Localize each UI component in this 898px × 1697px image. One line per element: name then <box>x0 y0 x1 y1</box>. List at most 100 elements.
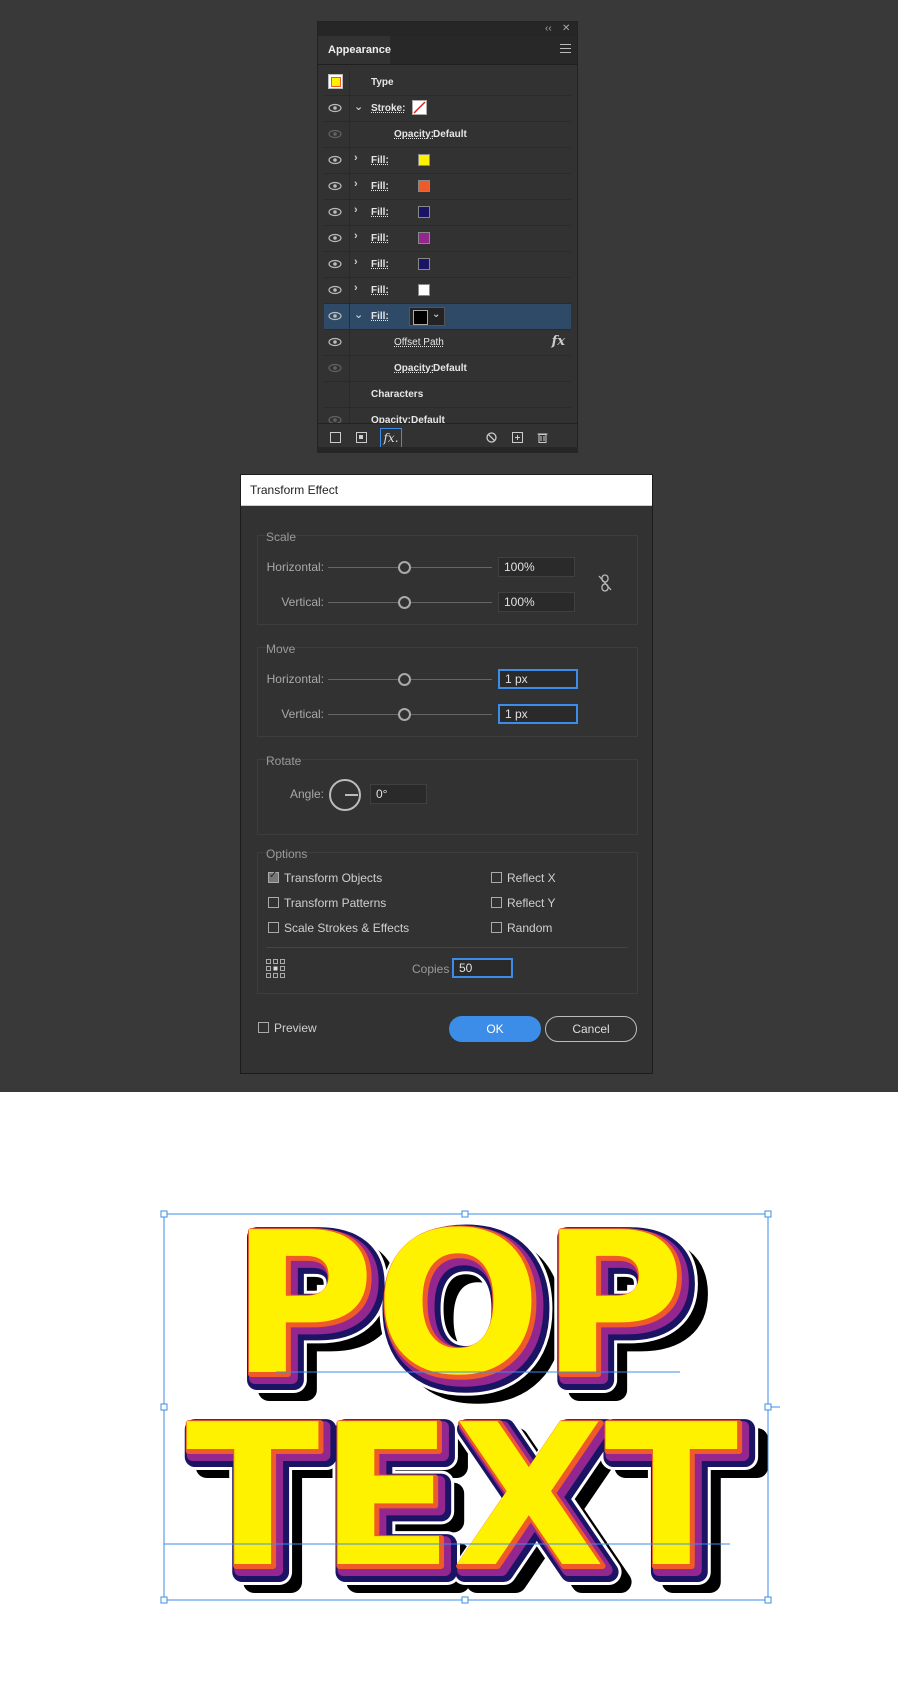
reflect-y-label[interactable]: Reflect Y <box>507 896 555 910</box>
slider-knob[interactable] <box>398 596 411 609</box>
random-label[interactable]: Random <box>507 921 552 935</box>
chevron-right-icon[interactable]: › <box>354 230 358 242</box>
appearance-row-fill[interactable]: › Fill: <box>324 200 571 226</box>
add-stroke-icon[interactable] <box>330 432 341 443</box>
chevron-right-icon[interactable]: › <box>354 282 358 294</box>
row-label[interactable]: Fill: <box>371 207 389 218</box>
appearance-row-type[interactable]: Type <box>324 70 571 96</box>
reference-point-icon[interactable] <box>266 959 286 979</box>
fill-swatch[interactable] <box>418 258 430 270</box>
scale-horizontal-field[interactable]: 100% <box>498 557 575 577</box>
row-label[interactable]: Opacity: <box>394 129 434 140</box>
copies-label: Copies <box>412 962 450 976</box>
scale-group: Scale Horizontal: 100% Vertical: 100% <box>257 530 638 625</box>
eye-icon[interactable] <box>328 102 342 114</box>
transform-patterns-checkbox[interactable] <box>268 897 279 908</box>
eye-icon[interactable] <box>328 310 342 322</box>
add-fill-icon[interactable] <box>356 432 367 443</box>
copies-field[interactable]: 50 <box>452 958 513 978</box>
row-label[interactable]: Fill: <box>371 311 389 322</box>
slider-knob[interactable] <box>398 673 411 686</box>
pop-text-artwork[interactable]: POP POP POP POP POP POP TEXT TEXT TEXT T… <box>160 1210 780 1610</box>
appearance-row-stroke[interactable]: ⌄ Stroke: <box>324 96 571 122</box>
row-label[interactable]: Fill: <box>371 233 389 244</box>
clear-appearance-icon[interactable] <box>486 432 497 443</box>
appearance-row-fill[interactable]: › Fill: <box>324 278 571 304</box>
angle-field[interactable]: 0° <box>370 784 427 804</box>
appearance-row-characters[interactable]: Characters <box>324 382 571 408</box>
transform-objects-label[interactable]: Transform Objects <box>284 871 382 885</box>
transform-patterns-label[interactable]: Transform Patterns <box>284 896 386 910</box>
eye-icon[interactable] <box>328 128 342 140</box>
move-title: Move <box>266 642 296 656</box>
collapse-icon[interactable]: ‹‹ <box>545 22 552 36</box>
options-title: Options <box>266 847 308 861</box>
row-label[interactable]: Offset Path <box>394 337 444 348</box>
chevron-down-icon[interactable]: ⌄ <box>354 100 363 113</box>
fill-swatch-dropdown[interactable]: ⌄ <box>409 307 445 326</box>
appearance-row-opacity[interactable]: Opacity: Default <box>324 122 571 148</box>
stroke-none-swatch[interactable] <box>412 100 427 115</box>
appearance-row-fill-selected[interactable]: ⌄ Fill: ⌄ <box>324 304 571 330</box>
close-icon[interactable]: ✕ <box>562 22 570 36</box>
appearance-row-opacity[interactable]: Opacity: Default <box>324 356 571 382</box>
reflect-x-label[interactable]: Reflect X <box>507 871 556 885</box>
angle-dial-icon[interactable] <box>328 778 362 812</box>
row-label[interactable]: Fill: <box>371 259 389 270</box>
fill-swatch[interactable] <box>418 206 430 218</box>
random-checkbox[interactable] <box>491 922 502 933</box>
appearance-row-fill[interactable]: › Fill: <box>324 252 571 278</box>
slider-knob[interactable] <box>398 561 411 574</box>
eye-icon[interactable] <box>328 284 342 296</box>
eye-icon[interactable] <box>328 336 342 348</box>
cancel-button[interactable]: Cancel <box>545 1016 637 1042</box>
fill-swatch[interactable] <box>418 232 430 244</box>
duplicate-item-icon[interactable] <box>512 432 523 443</box>
eye-icon[interactable] <box>328 362 342 374</box>
appearance-row-fill[interactable]: › Fill: <box>324 174 571 200</box>
row-label[interactable]: Fill: <box>371 155 389 166</box>
slider-knob[interactable] <box>398 708 411 721</box>
row-label[interactable]: Stroke: <box>371 103 405 114</box>
options-group: Options Transform Objects Transform Patt… <box>257 847 638 994</box>
eye-icon[interactable] <box>328 258 342 270</box>
panel-menu-icon[interactable] <box>560 44 571 56</box>
appearance-row-fill[interactable]: › Fill: <box>324 148 571 174</box>
move-horizontal-field[interactable]: 1 px <box>498 669 578 689</box>
fill-swatch[interactable] <box>418 284 430 296</box>
fx-icon[interactable]: fx <box>552 334 565 349</box>
eye-icon[interactable] <box>328 232 342 244</box>
scale-strokes-label[interactable]: Scale Strokes & Effects <box>284 921 409 935</box>
scale-strokes-checkbox[interactable] <box>268 922 279 933</box>
preview-checkbox[interactable] <box>258 1022 269 1033</box>
row-label[interactable]: Fill: <box>371 181 389 192</box>
rotate-title: Rotate <box>266 754 302 768</box>
chevron-right-icon[interactable]: › <box>354 204 358 216</box>
reflect-x-checkbox[interactable] <box>491 872 502 883</box>
trash-icon[interactable] <box>537 432 548 443</box>
eye-icon[interactable] <box>328 154 342 166</box>
eye-icon[interactable] <box>328 206 342 218</box>
reflect-y-checkbox[interactable] <box>491 897 502 908</box>
preview-label[interactable]: Preview <box>274 1021 317 1035</box>
eye-icon[interactable] <box>328 180 342 192</box>
chevron-right-icon[interactable]: › <box>354 256 358 268</box>
appearance-row-effect[interactable]: Offset Path fx <box>324 330 571 356</box>
rotate-group: Rotate Angle: 0° <box>257 754 638 835</box>
angle-label: Angle: <box>289 787 324 801</box>
tab-appearance[interactable]: Appearance <box>318 36 391 64</box>
fill-swatch[interactable] <box>418 180 430 192</box>
scale-vertical-field[interactable]: 100% <box>498 592 575 612</box>
fill-swatch[interactable] <box>418 154 430 166</box>
fx-menu-icon[interactable]: fx. <box>380 428 402 448</box>
ok-button[interactable]: OK <box>449 1016 541 1042</box>
row-label[interactable]: Opacity: <box>394 363 434 374</box>
chevron-right-icon[interactable]: › <box>354 178 358 190</box>
move-vertical-field[interactable]: 1 px <box>498 704 578 724</box>
row-label[interactable]: Fill: <box>371 285 389 296</box>
chevron-down-icon[interactable]: ⌄ <box>354 308 363 321</box>
appearance-row-fill[interactable]: › Fill: <box>324 226 571 252</box>
transform-objects-checkbox[interactable] <box>268 870 279 883</box>
chevron-right-icon[interactable]: › <box>354 152 358 164</box>
constrain-link-icon[interactable] <box>597 574 613 592</box>
